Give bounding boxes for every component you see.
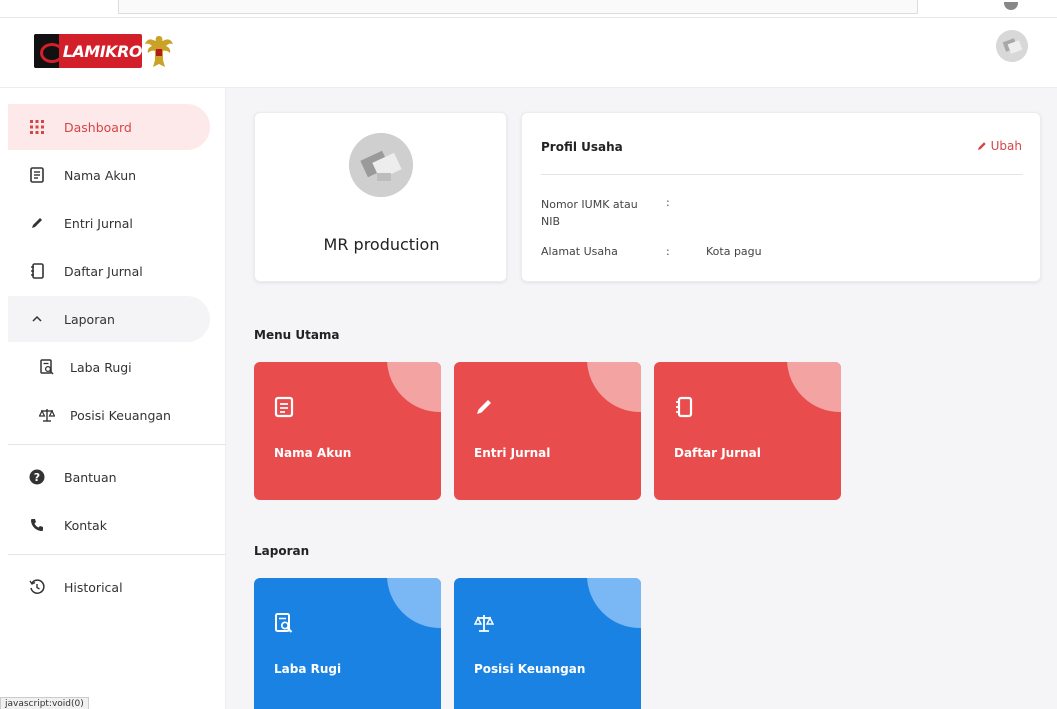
browser-tab-edge <box>118 0 918 14</box>
iumk-label-line2: NIB <box>541 215 561 228</box>
grid-icon <box>28 118 46 136</box>
tile-decoration <box>587 578 641 628</box>
sidebar-item-label: Historical <box>64 579 123 595</box>
document-icon <box>28 166 46 184</box>
tile-label: Laba Rugi <box>274 662 342 676</box>
browser-profile-icon[interactable] <box>1004 2 1018 10</box>
sidebar-item-dashboard[interactable]: Dashboard <box>8 104 210 150</box>
tile-label: Entri Jurnal <box>474 446 551 460</box>
phone-icon <box>28 516 46 534</box>
report-search-icon <box>38 358 56 376</box>
sidebar-divider <box>8 444 226 445</box>
sidebar-item-label: Entri Jurnal <box>64 215 133 231</box>
logo-swoosh-icon <box>34 34 64 68</box>
sidebar-item-laporan[interactable]: Laporan <box>8 296 210 342</box>
business-name: MR production <box>323 235 440 254</box>
chevron-up-icon <box>28 310 46 328</box>
sidebar-item-label: Daftar Jurnal <box>64 263 143 279</box>
sidebar-item-label: Bantuan <box>64 469 117 485</box>
card-divider <box>541 174 1023 175</box>
sidebar-item-label: Kontak <box>64 517 107 533</box>
tile-nama-akun[interactable]: Nama Akun <box>254 362 441 500</box>
pencil-icon <box>477 400 491 414</box>
report-search-icon <box>275 613 293 633</box>
help-icon: ? <box>28 468 46 486</box>
garuda-emblem-icon <box>145 36 173 67</box>
business-avatar <box>349 133 413 197</box>
pencil-icon <box>977 142 986 150</box>
logo-text: LAMIKRO <box>62 41 142 61</box>
history-icon <box>28 578 46 596</box>
iumk-colon: : <box>666 196 670 209</box>
sidebar-item-historical[interactable]: Historical <box>8 564 210 610</box>
tile-label: Posisi Keuangan <box>474 662 586 676</box>
address-colon: : <box>666 245 670 258</box>
sidebar-item-label: Laporan <box>64 311 115 327</box>
edit-profile-button[interactable]: Ubah <box>977 139 1022 153</box>
sidebar-item-label: Laba Rugi <box>70 359 132 375</box>
tile-decoration <box>787 362 841 412</box>
iumk-label-line1: Nomor IUMK atau <box>541 198 638 211</box>
tile-daftar-jurnal[interactable]: Daftar Jurnal <box>654 362 841 500</box>
sidebar-item-bantuan[interactable]: ? Bantuan <box>8 454 210 500</box>
avatar-image-icon <box>996 30 1028 62</box>
tile-laba-rugi[interactable]: Laba Rugi <box>254 578 441 709</box>
user-avatar[interactable] <box>996 30 1028 62</box>
sidebar-item-label: Dashboard <box>64 119 132 135</box>
sidebar-item-daftar-jurnal[interactable]: Daftar Jurnal <box>8 248 210 294</box>
sidebar-item-entri-jurnal[interactable]: Entri Jurnal <box>8 200 210 246</box>
balance-scale-icon <box>474 615 494 632</box>
notebook-icon <box>676 396 693 418</box>
status-bar-url: javascript:void(0) <box>0 697 89 709</box>
notebook-icon <box>28 262 46 280</box>
tile-label: Nama Akun <box>274 446 352 460</box>
svg-text:?: ? <box>34 471 40 484</box>
sidebar-subitem-laba-rugi[interactable]: Laba Rugi <box>8 344 210 390</box>
pencil-icon <box>28 214 46 232</box>
tile-label: Daftar Jurnal <box>674 446 761 460</box>
business-profile-card: Profil Usaha Ubah Nomor IUMK atau NIB : … <box>521 112 1041 282</box>
tile-decoration <box>387 578 441 628</box>
document-icon <box>274 396 294 418</box>
balance-scale-icon <box>38 406 56 424</box>
tile-decoration <box>587 362 641 412</box>
sidebar-item-label: Posisi Keuangan <box>70 407 171 423</box>
tile-posisi-keuangan[interactable]: Posisi Keuangan <box>454 578 641 709</box>
business-profile-title: Profil Usaha <box>541 140 623 154</box>
address-label: Alamat Usaha <box>541 245 618 258</box>
browser-strip <box>0 0 1057 18</box>
edit-label: Ubah <box>990 139 1022 153</box>
business-image-icon <box>349 133 413 197</box>
sidebar-item-nama-akun[interactable]: Nama Akun <box>8 152 210 198</box>
sidebar-subitem-posisi-keuangan[interactable]: Posisi Keuangan <box>8 392 210 438</box>
address-value: Kota pagu <box>706 245 762 258</box>
sidebar-item-kontak[interactable]: Kontak <box>8 502 210 548</box>
iumk-label: Nomor IUMK atau NIB <box>541 196 651 230</box>
profile-card: MR production <box>254 112 507 282</box>
top-header: LAMIKRO <box>0 18 1057 88</box>
tile-decoration <box>387 362 441 412</box>
sidebar-divider <box>8 554 226 555</box>
sidebar-item-label: Nama Akun <box>64 167 137 183</box>
sidebar: Dashboard Nama Akun Entri Jurnal Daftar … <box>0 88 226 709</box>
reports-title: Laporan <box>254 544 310 558</box>
lamikro-logo[interactable]: LAMIKRO <box>34 34 142 68</box>
tile-entri-jurnal[interactable]: Entri Jurnal <box>454 362 641 500</box>
main-menu-title: Menu Utama <box>254 328 340 342</box>
